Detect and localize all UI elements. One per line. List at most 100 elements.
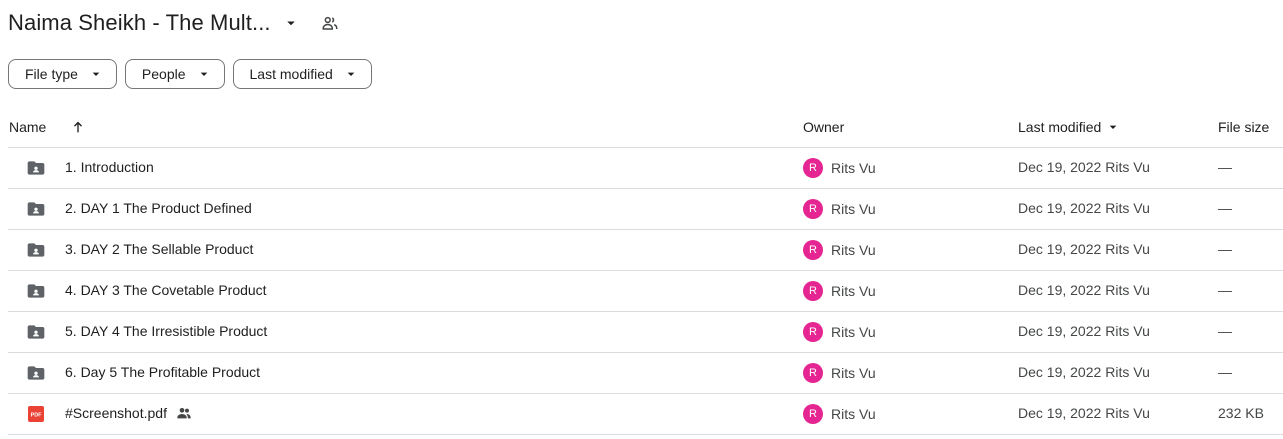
modified-by: Rits Vu — [1105, 200, 1150, 216]
arrow-drop-down-icon — [88, 66, 104, 82]
file-size: — — [1218, 159, 1232, 175]
file-size: — — [1218, 364, 1232, 380]
modified-by: Rits Vu — [1105, 323, 1150, 339]
shared-folder-icon — [26, 199, 46, 219]
file-name-text: 3. DAY 2 The Sellable Product — [65, 241, 254, 257]
modified-by: Rits Vu — [1105, 405, 1150, 421]
file-name-text: 4. DAY 3 The Covetable Product — [65, 282, 267, 298]
file-name-text: 6. Day 5 The Profitable Product — [65, 364, 261, 380]
column-header-file-size[interactable]: File size — [1218, 119, 1269, 135]
table-row[interactable]: PDF #Screenshot.pdf R Rits Vu Dec 19, 20… — [8, 394, 1283, 435]
last-modified-filter[interactable]: Last modified — [232, 59, 372, 89]
people-filter[interactable]: People — [124, 59, 225, 89]
modified-date: Dec 19, 2022 — [1018, 323, 1102, 339]
column-header-owner[interactable]: Owner — [803, 119, 844, 135]
last-modified-cell: Dec 19, 2022 Rits Vu — [1018, 282, 1150, 298]
last-modified-filter-label: Last modified — [249, 66, 333, 82]
people-icon[interactable] — [320, 13, 340, 33]
owner-cell: R Rits Vu — [803, 404, 876, 424]
owner-name: Rits Vu — [831, 201, 876, 217]
file-name: 1. Introduction — [65, 159, 154, 175]
column-header-name[interactable]: Name — [9, 119, 46, 135]
file-name-text: 2. DAY 1 The Product Defined — [65, 200, 252, 216]
shared-folder-icon — [26, 281, 46, 301]
filter-bar: File type People Last modified — [8, 59, 372, 89]
owner-cell: R Rits Vu — [803, 363, 876, 383]
column-header-last-modified-label: Last modified — [1018, 119, 1102, 135]
last-modified-cell: Dec 19, 2022 Rits Vu — [1018, 200, 1150, 216]
table-row[interactable]: 1. Introduction R Rits Vu Dec 19, 2022 Ri… — [8, 148, 1283, 189]
table-header: Name Owner Last modified File size — [8, 107, 1283, 148]
file-size: — — [1218, 241, 1232, 257]
owner-name: Rits Vu — [831, 283, 876, 299]
arrow-upward-icon[interactable] — [69, 118, 87, 136]
table-body: 1. Introduction R Rits Vu Dec 19, 2022 Ri… — [8, 148, 1283, 435]
column-header-last-modified[interactable]: Last modified — [1018, 119, 1121, 135]
file-name: 6. Day 5 The Profitable Product — [65, 364, 260, 380]
owner-name: Rits Vu — [831, 324, 876, 340]
file-size: — — [1218, 282, 1232, 298]
modified-by: Rits Vu — [1105, 364, 1150, 380]
modified-by: Rits Vu — [1105, 159, 1150, 175]
last-modified-cell: Dec 19, 2022 Rits Vu — [1018, 323, 1150, 339]
table-row[interactable]: 6. Day 5 The Profitable Product R Rits V… — [8, 353, 1283, 394]
file-name: 2. DAY 1 The Product Defined — [65, 200, 252, 216]
shared-folder-icon — [26, 240, 46, 260]
file-name: #Screenshot.pdf — [65, 405, 192, 421]
owner-cell: R Rits Vu — [803, 240, 876, 260]
file-list: Name Owner Last modified File size 1. In… — [8, 107, 1283, 435]
modified-date: Dec 19, 2022 — [1018, 159, 1102, 175]
file-name: 5. DAY 4 The Irresistible Product — [65, 323, 267, 339]
last-modified-cell: Dec 19, 2022 Rits Vu — [1018, 159, 1150, 175]
owner-name: Rits Vu — [831, 406, 876, 422]
table-row[interactable]: 5. DAY 4 The Irresistible Product R Rits… — [8, 312, 1283, 353]
table-row[interactable]: 3. DAY 2 The Sellable Product R Rits Vu … — [8, 230, 1283, 271]
people-icon — [176, 405, 192, 421]
arrow-drop-down-icon — [343, 66, 359, 82]
file-name-text: 1. Introduction — [65, 159, 154, 175]
file-name: 4. DAY 3 The Covetable Product — [65, 282, 267, 298]
file-name: 3. DAY 2 The Sellable Product — [65, 241, 253, 257]
shared-folder-icon — [26, 322, 46, 342]
file-name-text: 5. DAY 4 The Irresistible Product — [65, 323, 268, 339]
avatar: R — [803, 404, 823, 424]
file-size: — — [1218, 323, 1232, 339]
shared-folder-icon — [26, 158, 46, 178]
page-title[interactable]: Naima Sheikh - The Mult... — [8, 10, 271, 36]
last-modified-cell: Dec 19, 2022 Rits Vu — [1018, 364, 1150, 380]
modified-date: Dec 19, 2022 — [1018, 282, 1102, 298]
last-modified-cell: Dec 19, 2022 Rits Vu — [1018, 241, 1150, 257]
avatar: R — [803, 322, 823, 342]
modified-date: Dec 19, 2022 — [1018, 200, 1102, 216]
file-size: 232 KB — [1218, 405, 1264, 421]
modified-date: Dec 19, 2022 — [1018, 241, 1102, 257]
avatar: R — [803, 199, 823, 219]
modified-date: Dec 19, 2022 — [1018, 405, 1102, 421]
file-type-filter[interactable]: File type — [8, 59, 117, 89]
shared-folder-icon — [26, 363, 46, 383]
svg-text:PDF: PDF — [31, 413, 42, 419]
arrow-drop-down-icon — [1105, 119, 1121, 135]
avatar: R — [803, 281, 823, 301]
avatar: R — [803, 240, 823, 260]
avatar: R — [803, 363, 823, 383]
pdf-icon: PDF — [26, 404, 46, 424]
modified-by: Rits Vu — [1105, 282, 1150, 298]
people-filter-label: People — [141, 66, 186, 82]
file-type-filter-label: File type — [25, 66, 78, 82]
owner-name: Rits Vu — [831, 365, 876, 381]
owner-name: Rits Vu — [831, 242, 876, 258]
modified-by: Rits Vu — [1105, 241, 1150, 257]
arrow-drop-down-icon[interactable] — [282, 14, 300, 32]
owner-cell: R Rits Vu — [803, 281, 876, 301]
table-row[interactable]: 4. DAY 3 The Covetable Product R Rits Vu… — [8, 271, 1283, 312]
last-modified-cell: Dec 19, 2022 Rits Vu — [1018, 405, 1150, 421]
header: Naima Sheikh - The Mult... — [8, 7, 340, 39]
modified-date: Dec 19, 2022 — [1018, 364, 1102, 380]
file-name-text: #Screenshot.pdf — [65, 405, 167, 421]
owner-cell: R Rits Vu — [803, 199, 876, 219]
owner-name: Rits Vu — [831, 160, 876, 176]
avatar: R — [803, 158, 823, 178]
table-row[interactable]: 2. DAY 1 The Product Defined R Rits Vu D… — [8, 189, 1283, 230]
arrow-drop-down-icon — [196, 66, 212, 82]
